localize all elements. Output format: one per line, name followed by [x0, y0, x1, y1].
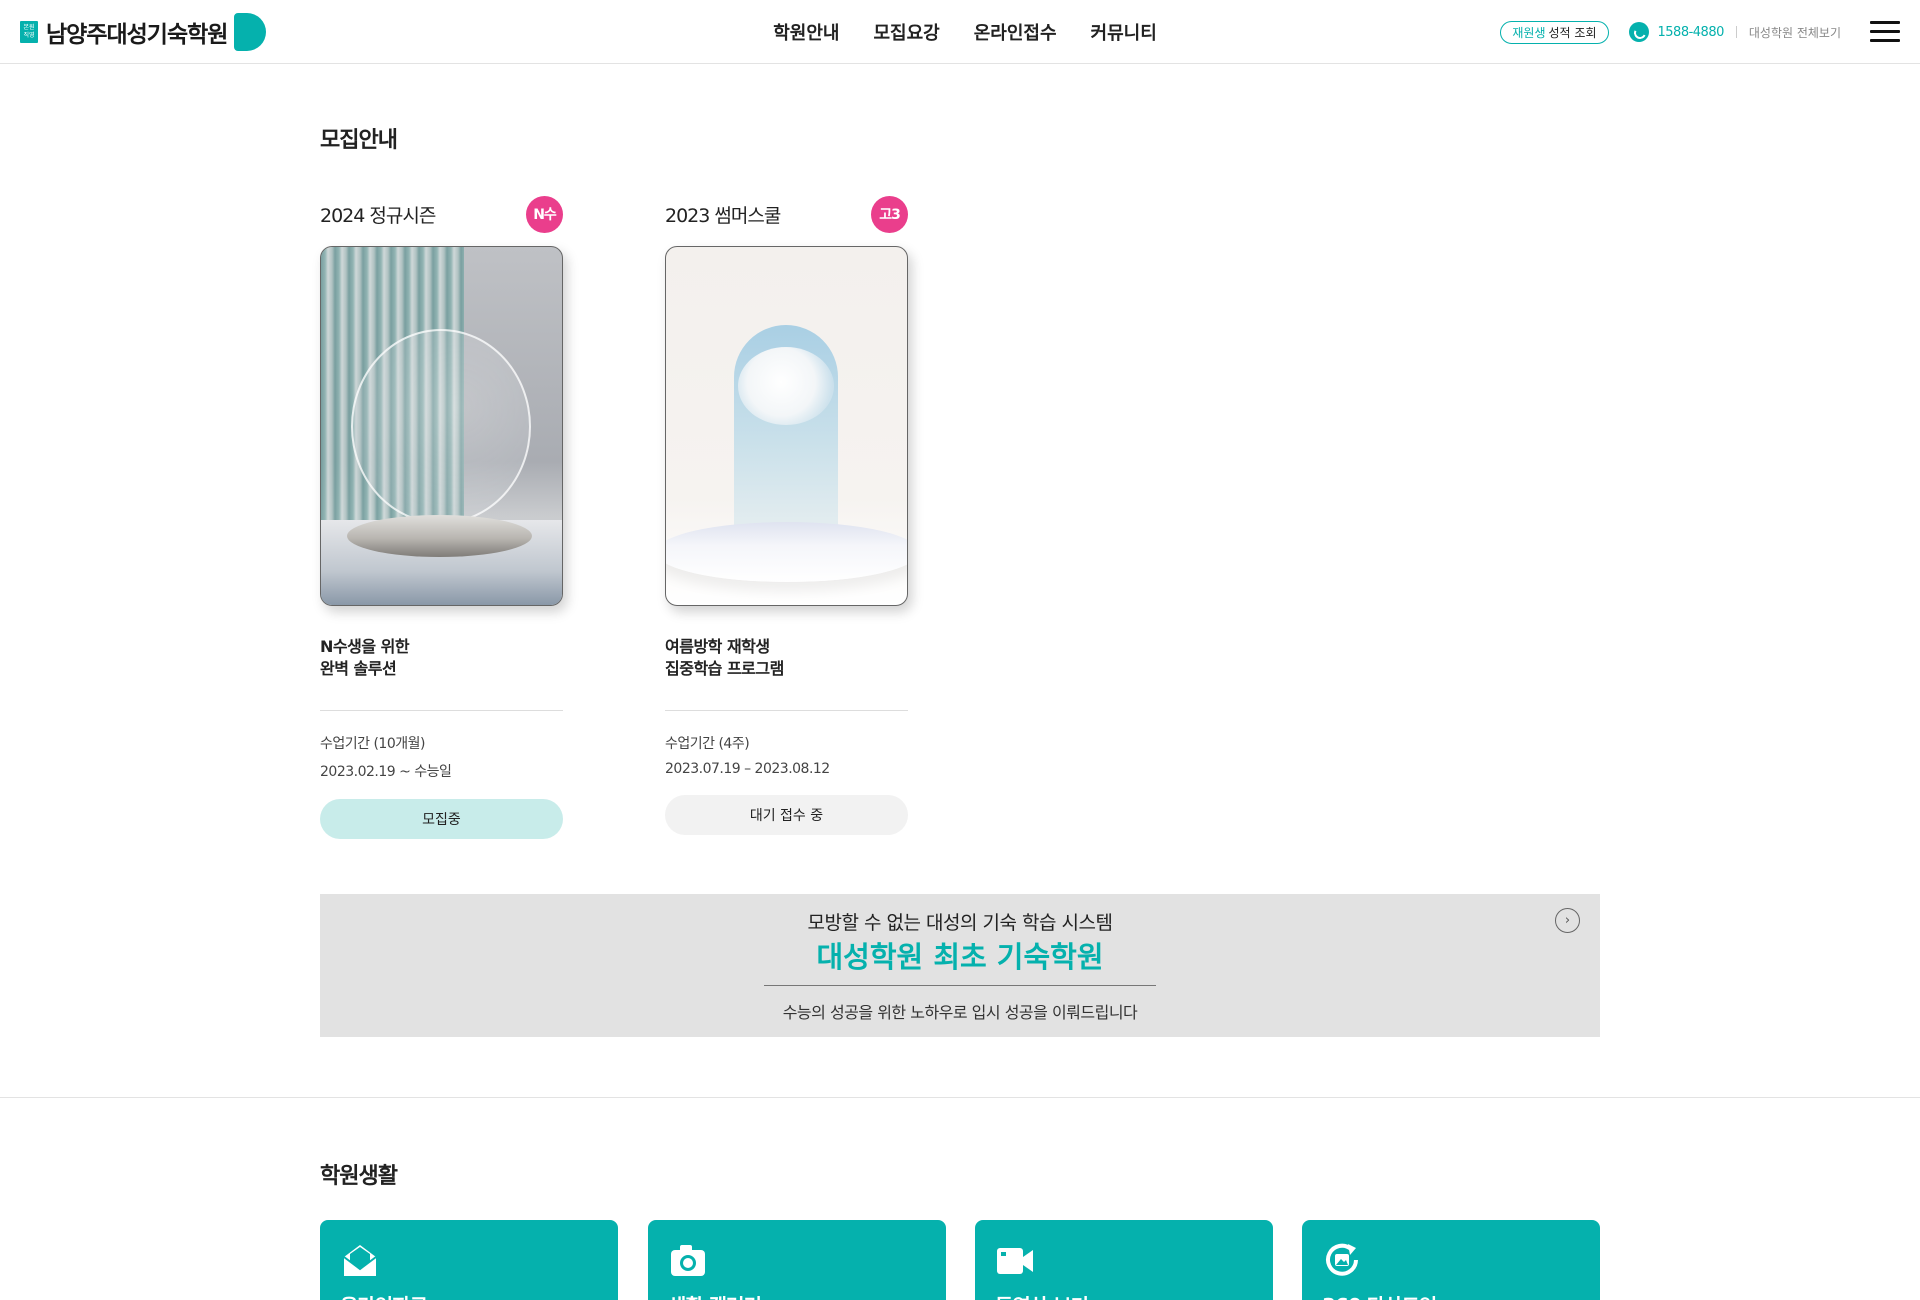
promo-banner[interactable]: 모방할 수 없는 대성의 기숙 학습 시스템 대성학원 최초 기숙학원 수능의 … — [320, 894, 1600, 1037]
card-period-label: 수업기간 (10개월) — [320, 736, 425, 752]
card-description-line: 완벽 솔루션 — [320, 659, 397, 678]
section-divider — [0, 1097, 1920, 1098]
card-header: 2023 썸머스쿨 고3 — [665, 195, 908, 233]
nav-item-admission[interactable]: 모집요강 — [873, 19, 939, 45]
tile-label: 동영상 보기 — [995, 1290, 1089, 1300]
banner-title: 대성학원 최초 기숙학원 — [816, 940, 1104, 974]
course-image[interactable] — [320, 246, 563, 606]
hamburger-menu-icon[interactable] — [1870, 21, 1900, 43]
course-card: 2024 정규시즌 N수 N수생을 위한 완벽 솔루션 수업기간 (10개월) … — [320, 195, 563, 839]
card-badge: 고3 — [871, 195, 908, 233]
nav-item-academy-info[interactable]: 학원안내 — [773, 19, 839, 45]
card-description: N수생을 위한 완벽 솔루션 — [320, 636, 563, 680]
banner-description: 수능의 성공을 위한 노하우로 입시 성공을 이뤄드립니다 — [782, 1003, 1138, 1022]
card-header: 2024 정규시즌 N수 — [320, 195, 563, 233]
card-description-line: 집중학습 프로그램 — [665, 659, 784, 678]
all-view-link[interactable]: 대성학원 전체보기 — [1749, 24, 1841, 41]
card-description: 여름방학 재학생 집중학습 프로그램 — [665, 636, 908, 680]
card-title: 2023 썸머스쿨 — [665, 204, 781, 227]
score-lookup-button[interactable]: 재원생 성적 조회 — [1500, 20, 1609, 44]
site-header: 본원 직영 남양주대성기숙학원 학원안내 모집요강 온라인접수 커뮤니티 재원생 … — [0, 0, 1920, 64]
life-tile-online-materials[interactable]: 온라인자료 — [320, 1220, 618, 1300]
tile-label: 360 타상도인 — [1322, 1290, 1437, 1300]
video-camera-icon — [997, 1248, 1033, 1274]
card-divider — [320, 710, 563, 711]
banner-subtitle: 모방할 수 없는 대성의 기숙 학습 시스템 — [807, 912, 1113, 934]
card-description-line: N수생을 위한 — [320, 637, 410, 656]
card-title: 2024 정규시즌 — [320, 204, 436, 227]
score-lookup-label: 성적 조회 — [1548, 25, 1597, 40]
mail-open-icon — [343, 1245, 377, 1276]
life-tile-360-view[interactable]: 360 타상도인 — [1302, 1220, 1600, 1300]
divider — [1735, 26, 1737, 38]
card-divider — [665, 710, 908, 711]
waitlist-button[interactable]: 대기 접수 중 — [665, 795, 908, 835]
life-tile-gallery[interactable]: 생활 갤러리 — [648, 1220, 946, 1300]
photo-rotate-icon — [1326, 1243, 1358, 1276]
phone-icon — [1628, 22, 1649, 42]
card-period: 2023.02.19 ~ 수능일 — [320, 764, 452, 780]
nav-item-online-application[interactable]: 온라인접수 — [974, 19, 1057, 45]
course-card: 2023 썸머스쿨 고3 여름방학 재학생 집중학습 프로그램 수업기간 (4주… — [665, 195, 908, 835]
card-badge: N수 — [526, 195, 563, 233]
banner-divider — [764, 985, 1156, 986]
recruiting-button[interactable]: 모집중 — [320, 799, 563, 839]
phone-link[interactable]: 1588-4880 — [1628, 22, 1725, 42]
chevron-right-circle-icon[interactable]: › — [1555, 908, 1580, 933]
card-period-label: 수업기간 (4주) — [665, 736, 750, 752]
nav-item-community[interactable]: 커뮤니티 — [1091, 19, 1157, 45]
recruit-section-title: 모집안내 — [320, 128, 398, 153]
course-image[interactable] — [665, 246, 908, 606]
header-utility: 재원생 성적 조회 1588-4880 대성학원 전체보기 — [1500, 20, 1900, 44]
life-tile-video[interactable]: 동영상 보기 — [975, 1220, 1273, 1300]
tile-label: 온라인자료 — [340, 1290, 428, 1300]
camera-icon — [671, 1245, 705, 1276]
phone-number: 1588-4880 — [1657, 24, 1725, 40]
card-period: 2023.07.19 – 2023.08.12 — [665, 761, 830, 777]
card-description-line: 여름방학 재학생 — [665, 637, 770, 656]
tile-label: 생활 갤러리 — [668, 1290, 762, 1300]
life-section-title: 학원생활 — [320, 1164, 398, 1189]
score-lookup-accent: 재원생 — [1512, 25, 1546, 40]
